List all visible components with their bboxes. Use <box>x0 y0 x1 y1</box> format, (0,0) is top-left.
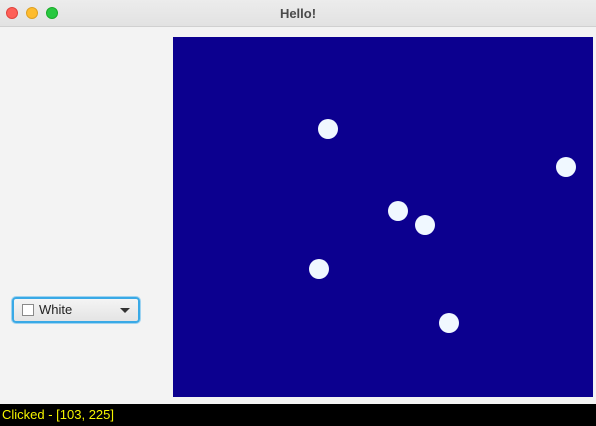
canvas-circle-3 <box>388 201 408 221</box>
window-title: Hello! <box>279 6 317 21</box>
chevron-down-icon[interactable] <box>120 308 130 313</box>
main-content: White <box>0 27 596 403</box>
color-swatch <box>22 304 34 316</box>
drawing-canvas[interactable] <box>173 37 593 397</box>
status-text: Clicked - [103, 225] <box>2 407 115 422</box>
color-picker-dropdown[interactable]: White <box>12 297 140 323</box>
canvas-circle-2 <box>556 157 576 177</box>
canvas-circle-4 <box>415 215 435 235</box>
status-bar: Clicked - [103, 225] <box>0 404 596 426</box>
canvas-circle-1 <box>318 119 338 139</box>
canvas-circle-5 <box>309 259 329 279</box>
title-bar[interactable]: Hello! <box>0 0 596 27</box>
canvas-svg[interactable] <box>173 37 593 397</box>
app-window: Hello! White Clicked - [103, 225] <box>0 0 596 426</box>
color-picker-label: White <box>39 302 73 317</box>
canvas-circle-6 <box>439 313 459 333</box>
